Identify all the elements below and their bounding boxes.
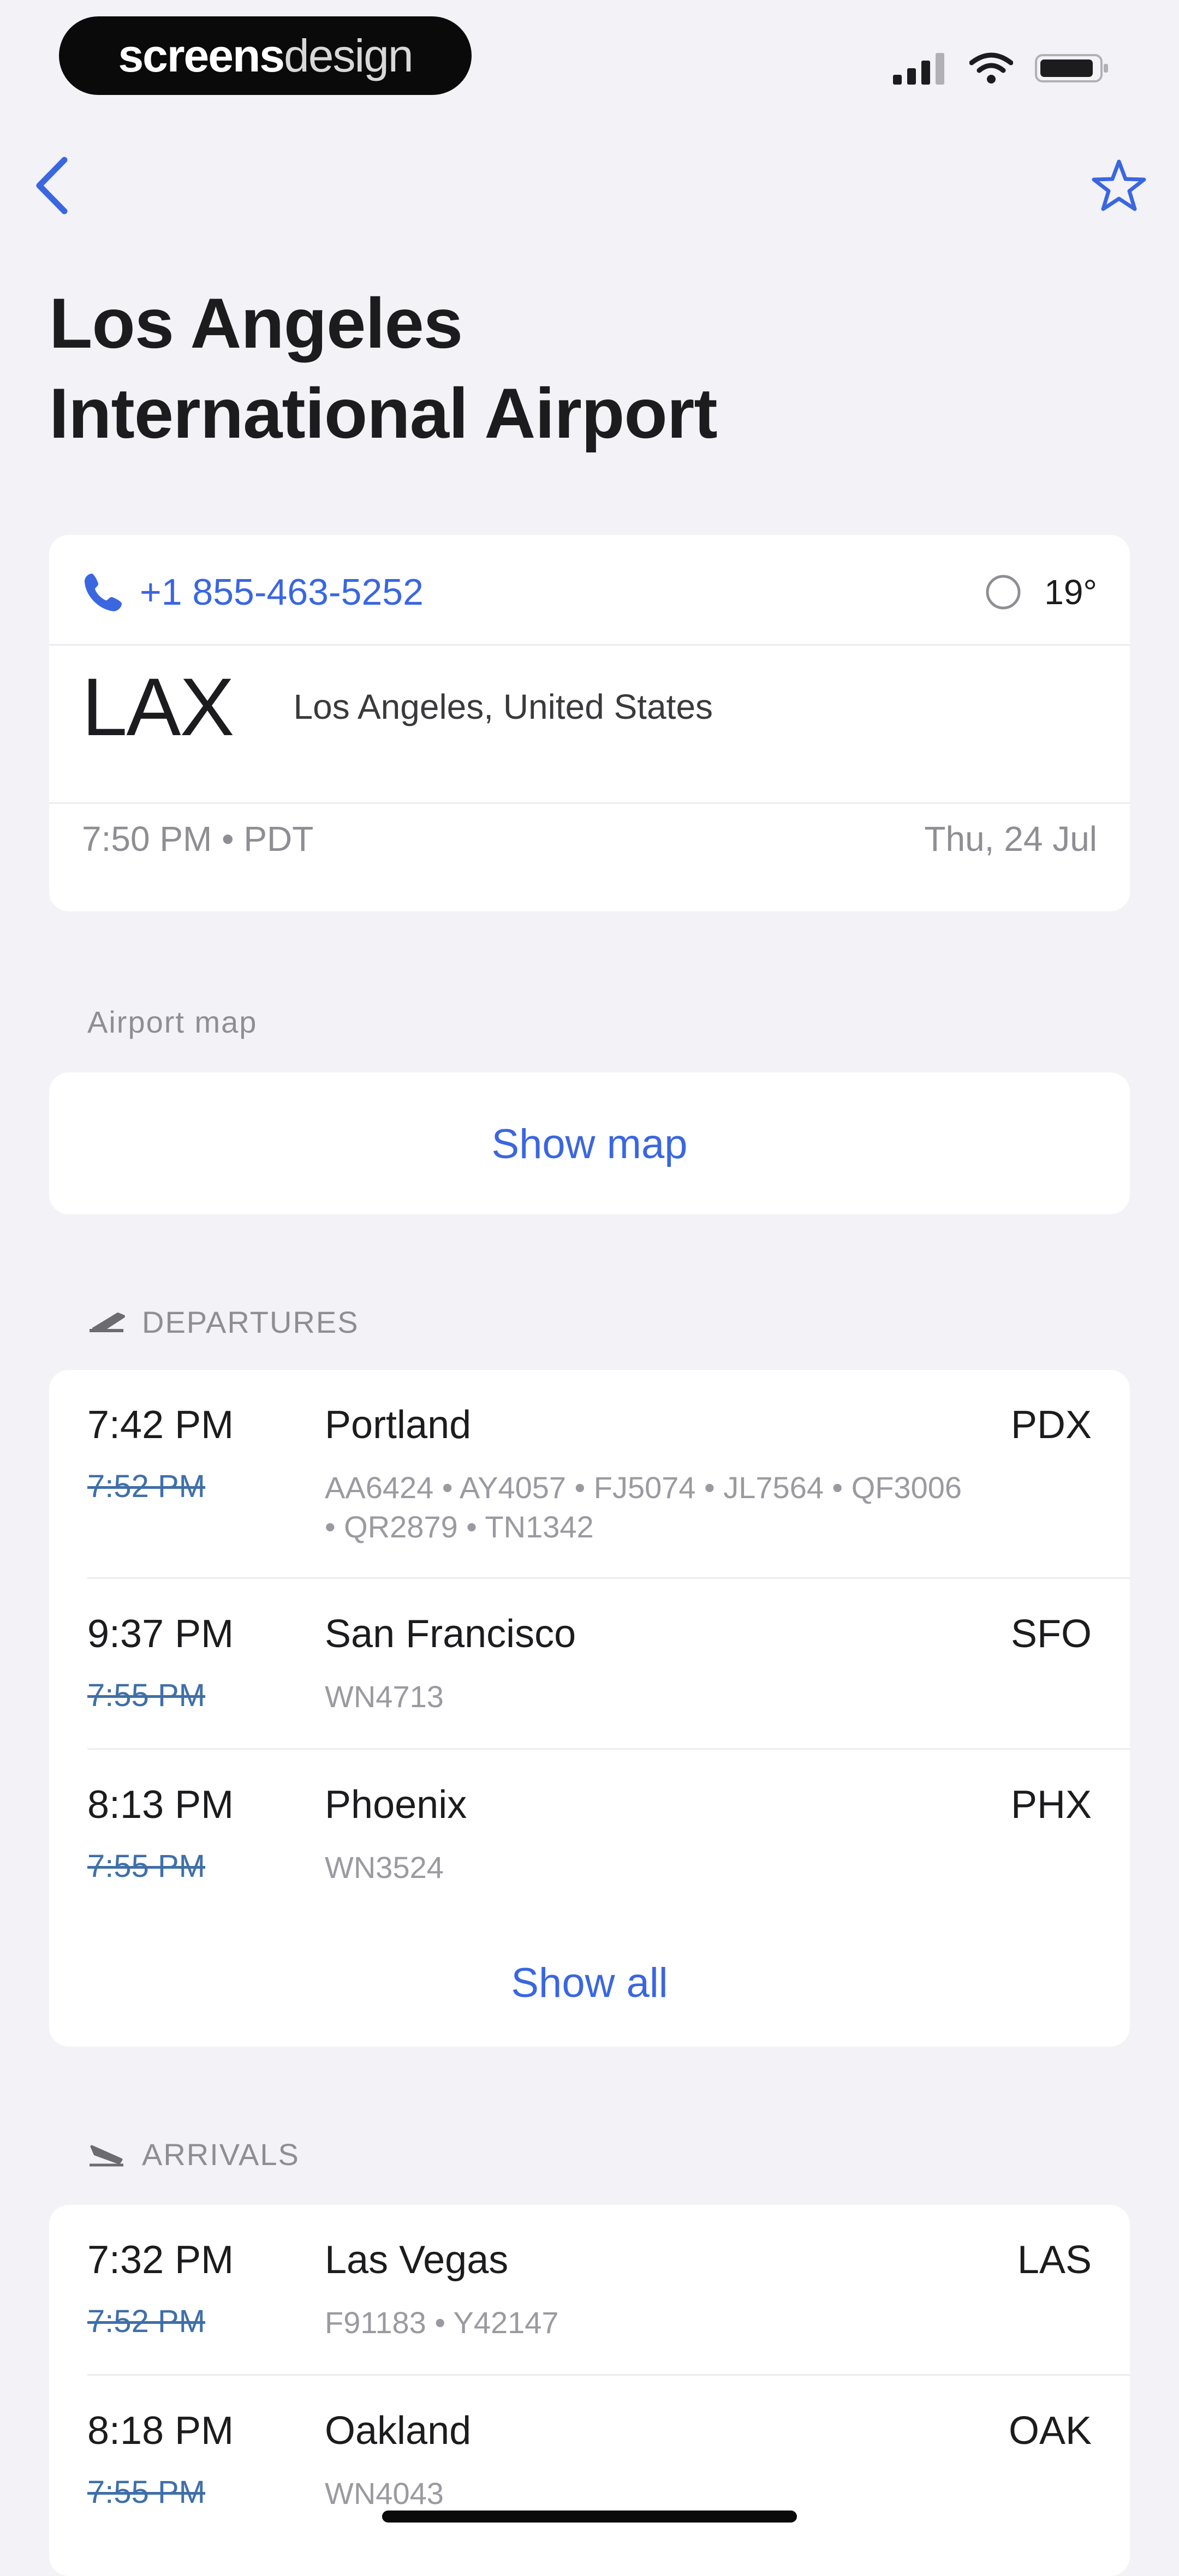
origin-code: OAK [1008, 2409, 1092, 2453]
destination-code: PHX [1010, 1783, 1092, 1827]
destination-code: SFO [1010, 1612, 1092, 1656]
departures-card: 7:42 PM 7:52 PM Portland AA6424 • AY4057… [49, 1370, 1130, 2047]
brand-logo: screens design [59, 16, 472, 95]
actual-time: 9:37 PM [87, 1612, 234, 1656]
actual-time: 8:13 PM [87, 1783, 234, 1827]
weather: 19° [984, 568, 1097, 617]
airport-map-card: Show map [49, 1072, 1130, 1214]
flight-numbers: WN4043 [325, 2476, 444, 2511]
local-date: Thu, 24 Jul [924, 819, 1097, 858]
plane-departure-icon [90, 1312, 125, 1332]
actual-time: 8:18 PM [87, 2409, 234, 2453]
flight-numbers: WN4713 [325, 1679, 444, 1714]
airport-info-card: +1 855-463-5252 19° LAX Los Angeles, Uni… [49, 535, 1130, 911]
page-title: Los Angeles International Airport [49, 278, 1086, 458]
arrivals-label-text: ARRIVALS [142, 2137, 300, 2172]
destination-code: PDX [1010, 1403, 1092, 1447]
departure-row[interactable]: 7:42 PM 7:52 PM Portland AA6424 • AY4057… [49, 1370, 1130, 1577]
page-title-line1: Los Angeles [49, 283, 463, 363]
destination-city: Portland [325, 1403, 472, 1447]
battery-icon [1035, 54, 1108, 82]
origin-city: Oakland [325, 2409, 472, 2453]
show-all-departures-button[interactable]: Show all [49, 1959, 1130, 2007]
arrivals-label: ARRIVALS [87, 2137, 300, 2172]
brand-logo-bold: screens [118, 29, 285, 81]
airport-code: LAX [82, 660, 235, 753]
flight-numbers: F91183 • Y42147 [325, 2305, 559, 2340]
scheduled-time: 7:52 PM [87, 1469, 205, 1504]
back-button[interactable] [22, 147, 82, 224]
arrival-row[interactable]: 8:18 PM 7:55 PM Oakland WN4043 OAK [49, 2376, 1130, 2550]
brand-logo-light: design [284, 29, 414, 81]
home-indicator[interactable] [382, 2511, 797, 2523]
departure-row[interactable]: 9:37 PM 7:55 PM San Francisco WN4713 SFO [49, 1579, 1130, 1748]
scheduled-time: 7:55 PM [87, 2474, 205, 2510]
airport-map-label-text: Airport map [87, 1005, 258, 1039]
airport-map-label: Airport map [87, 1004, 257, 1040]
actual-time: 7:32 PM [87, 2238, 234, 2282]
favorite-button[interactable] [1081, 147, 1157, 224]
origin-city: Las Vegas [325, 2238, 509, 2282]
airport-location: Los Angeles, United States [293, 687, 713, 726]
departures-label: DEPARTURES [87, 1304, 359, 1340]
cellular-signal-icon [893, 53, 944, 85]
plane-arrival-icon [90, 2145, 123, 2166]
scheduled-time: 7:55 PM [87, 1848, 205, 1884]
page-title-line2: International Airport [49, 373, 718, 453]
actual-time: 7:42 PM [87, 1403, 234, 1447]
scheduled-time: 7:52 PM [87, 2304, 205, 2339]
phone-link[interactable]: +1 855-463-5252 [82, 568, 424, 617]
destination-city: Phoenix [325, 1783, 467, 1827]
airport-code-row: LAX Los Angeles, United States [82, 660, 713, 753]
flight-numbers: AA6424 • AY4057 • FJ5074 • JL7564 • QF30… [325, 1470, 962, 1544]
wifi-icon [969, 52, 1013, 84]
status-icons [893, 49, 1111, 87]
departure-row[interactable]: 8:13 PM 7:55 PM Phoenix WN3524 PHX [49, 1750, 1130, 1919]
temperature: 19° [1044, 573, 1097, 612]
scheduled-time: 7:55 PM [87, 1678, 205, 1713]
origin-code: LAS [1017, 2238, 1092, 2282]
flight-numbers: WN3524 [325, 1850, 444, 1885]
destination-city: San Francisco [325, 1612, 576, 1656]
phone-number: +1 855-463-5252 [140, 571, 424, 613]
departures-label-text: DEPARTURES [142, 1305, 359, 1339]
phone-icon [85, 574, 122, 611]
moon-icon [986, 575, 1021, 610]
chevron-left-icon [36, 157, 68, 214]
local-time: 7:50 PM • PDT [82, 819, 314, 858]
arrival-row[interactable]: 7:32 PM 7:52 PM Las Vegas F91183 • Y4214… [49, 2205, 1130, 2374]
star-icon [1092, 159, 1146, 211]
show-map-button[interactable]: Show map [49, 1120, 1130, 1168]
